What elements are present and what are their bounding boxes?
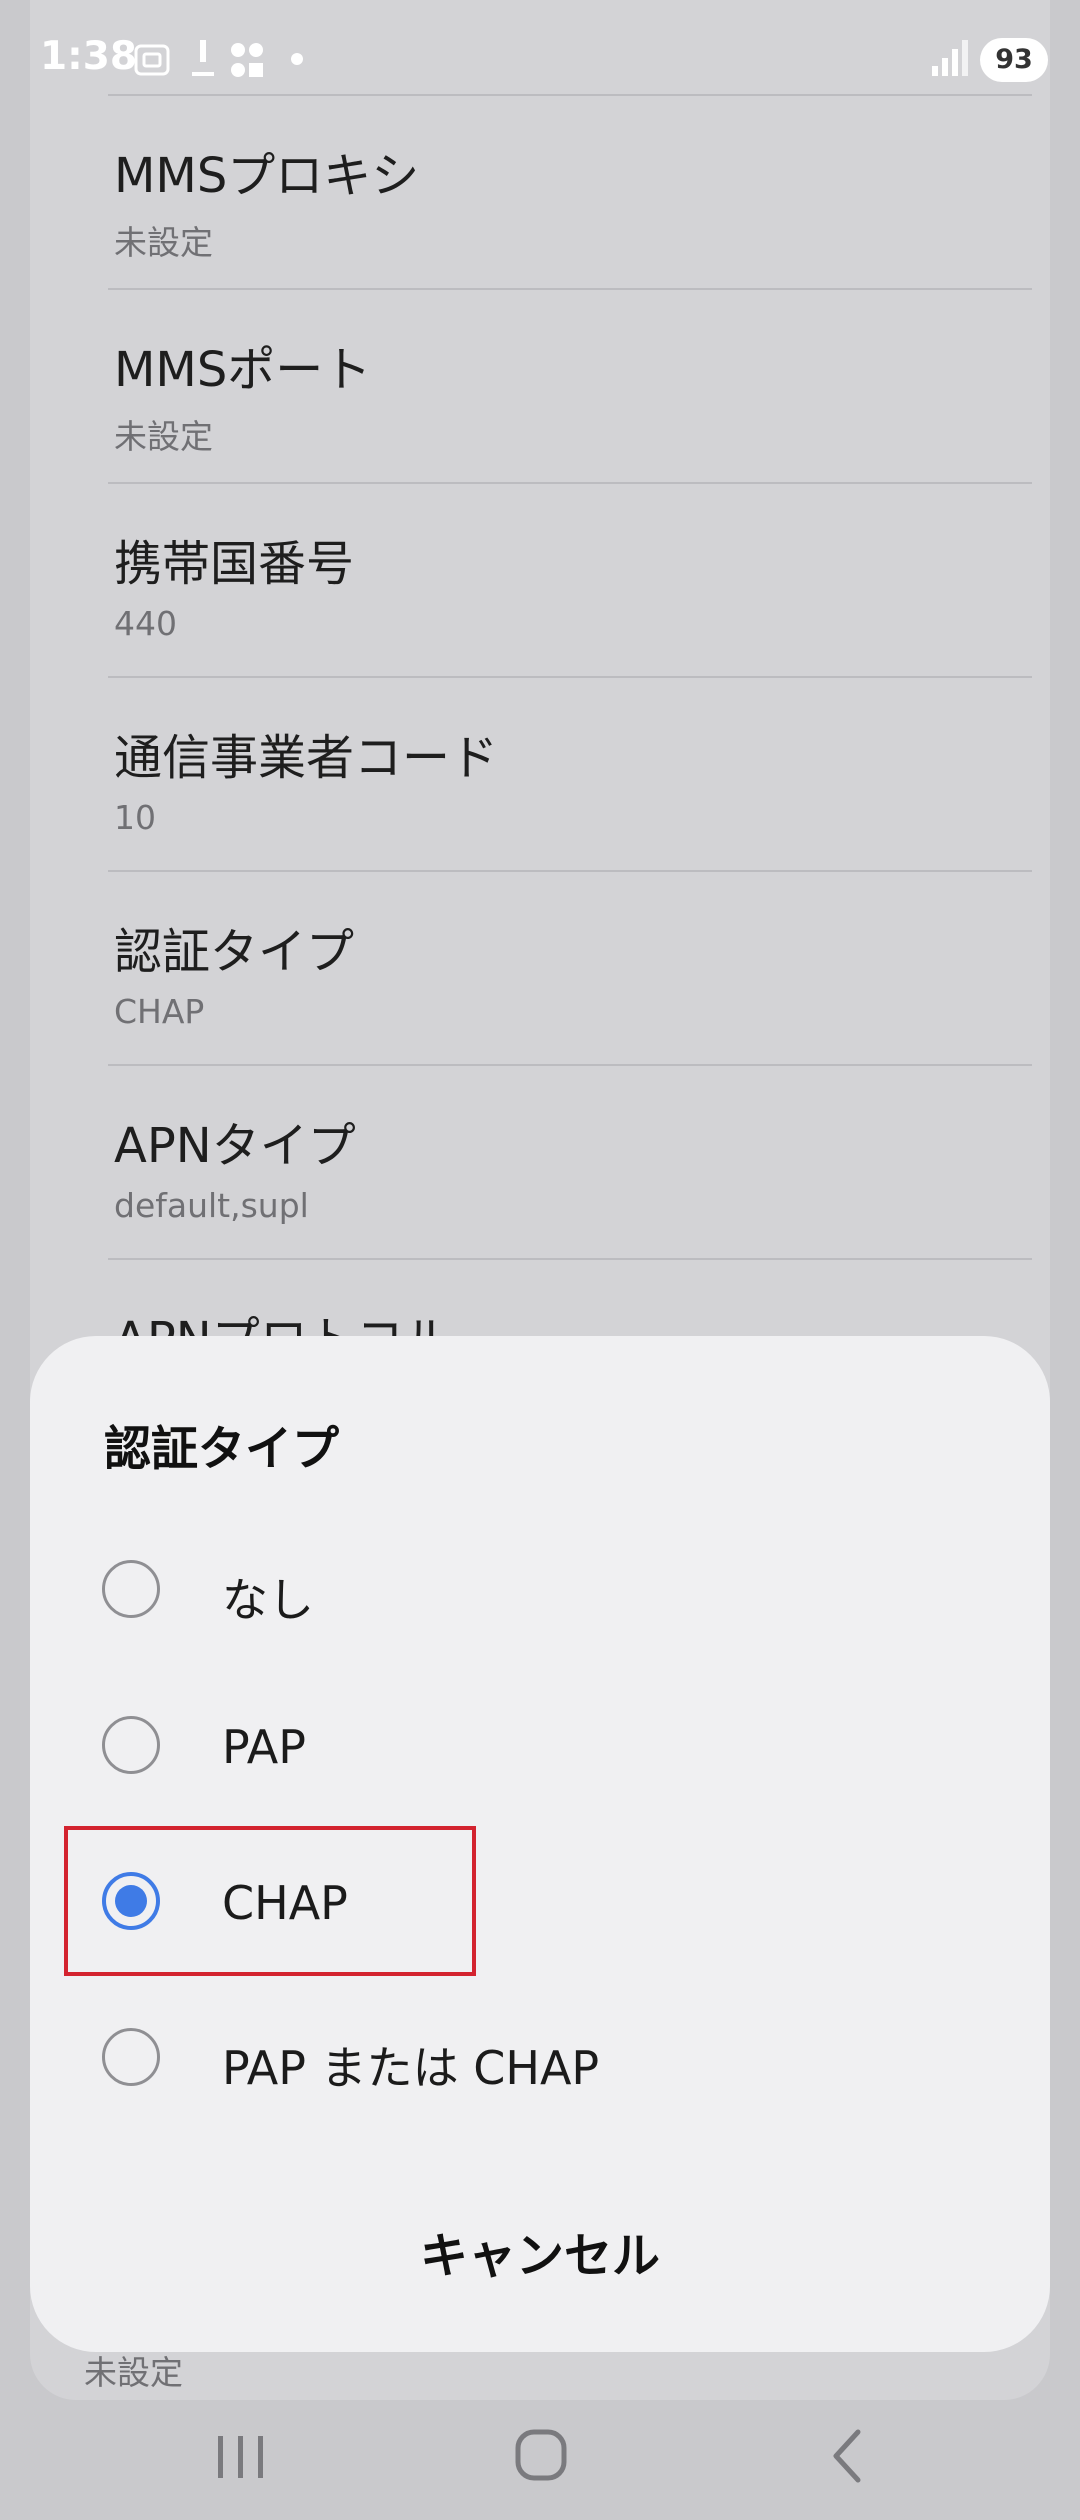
back-icon[interactable] xyxy=(776,2410,916,2500)
setting-item-auth-type[interactable]: 認証タイプ CHAP xyxy=(108,870,1032,1064)
screen: MMSプロキシ 未設定 MMSポート 未設定 携帯国番号 440 通信事業者コー… xyxy=(0,0,1080,2520)
setting-value-partial: 未設定 xyxy=(84,2353,183,2392)
radio-button[interactable] xyxy=(102,2028,160,2086)
setting-item-mnc[interactable]: 通信事業者コード 10 xyxy=(108,676,1032,870)
download-icon xyxy=(192,40,214,76)
setting-value: 未設定 xyxy=(114,417,213,456)
screenshot-icon xyxy=(134,44,170,76)
option-label: なし xyxy=(222,1573,314,1627)
home-icon[interactable] xyxy=(470,2410,610,2500)
setting-item-mms-proxy[interactable]: MMSプロキシ 未設定 xyxy=(108,94,1032,288)
signal-icon xyxy=(932,40,968,76)
radio-button[interactable] xyxy=(102,1560,160,1618)
battery-indicator: 93 xyxy=(980,38,1048,82)
setting-value: 未設定 xyxy=(114,223,213,262)
option-pap[interactable]: PAP xyxy=(70,1670,1010,1820)
recent-apps-icon[interactable] xyxy=(170,2410,310,2500)
setting-title: 認証タイプ xyxy=(114,924,355,980)
status-bar: 1:38 93 xyxy=(0,0,1080,120)
setting-value: 440 xyxy=(114,604,177,643)
option-label: PAP xyxy=(222,1720,307,1774)
setting-value: 10 xyxy=(114,798,156,837)
setting-title: 通信事業者コード xyxy=(114,730,499,786)
setting-title: 携帯国番号 xyxy=(114,536,355,592)
setting-value: default,supl xyxy=(114,1186,309,1225)
radio-button-checked[interactable] xyxy=(102,1872,160,1930)
apps-icon xyxy=(231,43,263,77)
option-chap[interactable]: CHAP xyxy=(70,1826,1010,1976)
setting-title: MMSポート xyxy=(114,342,372,398)
setting-item-mcc[interactable]: 携帯国番号 440 xyxy=(108,482,1032,676)
option-label: CHAP xyxy=(222,1876,348,1930)
setting-item-apn-type[interactable]: APNタイプ default,supl xyxy=(108,1064,1032,1258)
notification-dot-icon xyxy=(291,53,303,65)
status-time: 1:38 xyxy=(40,34,138,79)
cancel-button[interactable]: キャンセル xyxy=(340,2206,740,2306)
setting-item-mms-port[interactable]: MMSポート 未設定 xyxy=(108,288,1032,482)
radio-button[interactable] xyxy=(102,1716,160,1774)
setting-value: CHAP xyxy=(114,992,205,1031)
option-label: PAP または CHAP xyxy=(222,2041,600,2095)
setting-title: MMSプロキシ xyxy=(114,148,420,204)
setting-title: APNタイプ xyxy=(114,1118,356,1174)
option-pap-or-chap[interactable]: PAP または CHAP xyxy=(70,1982,1010,2132)
option-none[interactable]: なし xyxy=(70,1514,1010,1664)
dialog-title: 認証タイプ xyxy=(104,1422,339,1477)
auth-type-dialog: 認証タイプ なし PAP CHAP PAP または CHAP キャンセル xyxy=(30,1336,1050,2352)
